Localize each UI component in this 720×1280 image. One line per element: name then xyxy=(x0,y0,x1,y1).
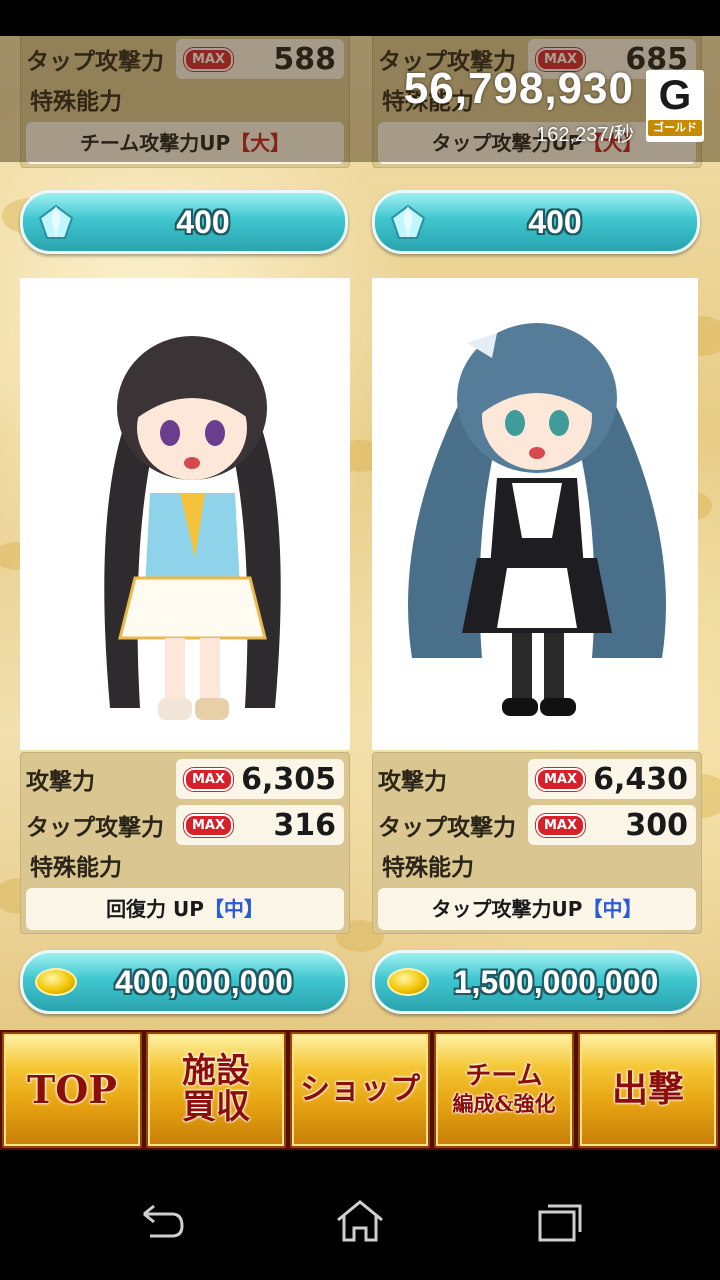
price-text: 400 xyxy=(528,203,582,240)
character-illustration-twintail-girl xyxy=(104,336,281,720)
nav-team-line1: チーム xyxy=(465,1060,543,1091)
special-ability-tag: 【中】 xyxy=(203,897,264,921)
home-icon[interactable] xyxy=(332,1198,388,1244)
special-ability-box: 回復力 UP【中】 xyxy=(26,888,344,930)
price-text: 400 xyxy=(176,203,230,240)
attack-label: 攻撃力 xyxy=(26,769,95,795)
nav-team-label: チーム 編成&強化 xyxy=(452,1060,556,1118)
nav-sortie-button[interactable]: 出撃 xyxy=(578,1032,718,1148)
max-badge: MAX xyxy=(536,813,586,837)
special-ability-text: タップ攻撃力UP xyxy=(431,897,583,921)
stat-panel: 攻撃力 MAX 6,305 タップ攻撃力 MAX 316 特殊能力 回復力 UP… xyxy=(20,752,350,934)
tap-attack-value: 300 xyxy=(625,807,688,843)
max-badge: MAX xyxy=(184,813,234,837)
special-ability-label: 特殊能力 xyxy=(382,855,474,881)
price-text: 1,500,000,000 xyxy=(453,963,659,1000)
nav-team-line2: 編成&強化 xyxy=(452,1091,556,1116)
nav-facility-line1: 施設 xyxy=(182,1051,250,1092)
tap-attack-label: タップ攻撃力 xyxy=(378,815,516,841)
attack-value: 6,305 xyxy=(241,761,336,797)
character-portrait-left[interactable] xyxy=(20,278,350,750)
nav-facility-button[interactable]: 施設 買収 xyxy=(146,1032,286,1148)
game-area: タップ攻撃力 MAX 588 特殊能力 チーム攻撃力UP【大】 400 タップ攻… xyxy=(0,36,720,1030)
nav-team-button[interactable]: チーム 編成&強化 xyxy=(434,1032,574,1148)
nav-facility-line2: 買収 xyxy=(182,1087,250,1127)
special-ability-label: 特殊能力 xyxy=(30,855,122,881)
system-navigation-bar xyxy=(0,1150,720,1280)
nav-top-label: TOP xyxy=(27,1067,117,1113)
buy-gem-button-left[interactable]: 400 xyxy=(20,190,348,254)
special-ability-tag: 【中】 xyxy=(582,897,643,921)
card-stats-right: 攻撃力 MAX 6,430 タップ攻撃力 MAX 300 特殊能力 タップ攻撃力… xyxy=(372,752,702,934)
character-portrait-right[interactable] xyxy=(372,278,698,750)
special-ability-text: 回復力 UP xyxy=(106,897,204,921)
attack-value: 6,430 xyxy=(593,761,688,797)
status-bar xyxy=(0,0,720,36)
stat-panel: 攻撃力 MAX 6,430 タップ攻撃力 MAX 300 特殊能力 タップ攻撃力… xyxy=(372,752,702,934)
buy-gem-button-right[interactable]: 400 xyxy=(372,190,700,254)
gold-rate: 162,237/秒 xyxy=(536,124,634,146)
attack-label: 攻撃力 xyxy=(378,769,447,795)
nav-shop-label: ショップ xyxy=(300,1072,420,1108)
gold-icon-letter: G xyxy=(658,71,692,118)
card-stats-left: 攻撃力 MAX 6,305 タップ攻撃力 MAX 316 特殊能力 回復力 UP… xyxy=(20,752,350,934)
back-icon[interactable] xyxy=(132,1198,188,1244)
special-ability-box: タップ攻撃力UP【中】 xyxy=(378,888,696,930)
tap-attack-label: タップ攻撃力 xyxy=(26,815,164,841)
gold-icon-label: ゴールド xyxy=(648,120,702,136)
recent-apps-icon[interactable] xyxy=(532,1198,588,1244)
nav-top-button[interactable]: TOP xyxy=(2,1032,142,1148)
gold-coin-icon xyxy=(35,968,77,996)
tap-attack-value: 316 xyxy=(273,807,336,843)
max-badge: MAX xyxy=(536,767,586,791)
nav-shop-button[interactable]: ショップ xyxy=(290,1032,430,1148)
buy-gold-button-right[interactable]: 1,500,000,000 xyxy=(372,950,700,1014)
gold-icon: G ゴールド xyxy=(646,70,704,142)
gold-coin-icon xyxy=(387,968,429,996)
character-illustration-maid-girl xyxy=(408,323,666,716)
gold-amount: 56,798,930 xyxy=(403,64,634,113)
nav-sortie-label: 出撃 xyxy=(611,1068,684,1111)
game-nav-bar: TOP 施設 買収 ショップ チーム 編成&強化 出撃 xyxy=(0,1030,720,1150)
max-badge: MAX xyxy=(184,767,234,791)
buy-gold-button-left[interactable]: 400,000,000 xyxy=(20,950,348,1014)
price-text: 400,000,000 xyxy=(115,963,293,1000)
gem-icon xyxy=(389,203,427,241)
gem-icon xyxy=(37,203,75,241)
nav-facility-label: 施設 買収 xyxy=(182,1051,250,1127)
